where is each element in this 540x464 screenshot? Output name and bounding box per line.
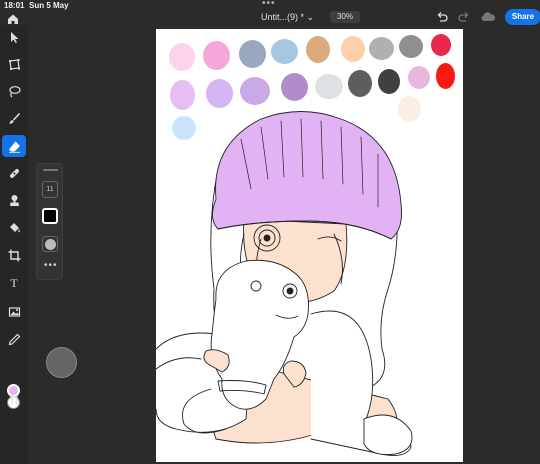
brush-tool[interactable] bbox=[2, 107, 26, 129]
transform-tool[interactable] bbox=[2, 53, 26, 75]
share-button[interactable]: Share bbox=[505, 9, 540, 25]
home-button[interactable] bbox=[6, 12, 20, 26]
select-tool[interactable] bbox=[2, 26, 26, 48]
type-tool[interactable]: T bbox=[2, 272, 26, 294]
character-drawing bbox=[156, 111, 413, 456]
fill-tool[interactable] bbox=[2, 216, 26, 238]
document-title[interactable]: Untit...(9) * ⌄ bbox=[261, 12, 314, 23]
brush-softness-control[interactable] bbox=[42, 236, 58, 252]
tool-bar: T bbox=[0, 25, 28, 464]
brush-color-black[interactable] bbox=[42, 208, 58, 224]
undo-button[interactable] bbox=[435, 10, 449, 24]
softness-dot-icon bbox=[45, 239, 56, 250]
lasso-tool[interactable] bbox=[2, 80, 26, 102]
eyedropper-icon bbox=[8, 333, 20, 345]
brush-size-control[interactable]: 11 bbox=[42, 181, 58, 198]
paint-bucket-icon bbox=[9, 222, 20, 232]
lasso-icon bbox=[8, 85, 21, 97]
panel-drag-handle[interactable] bbox=[43, 169, 58, 171]
chevron-down-icon: ⌄ bbox=[306, 12, 315, 22]
bandage-icon bbox=[9, 168, 19, 178]
redo-button[interactable] bbox=[457, 10, 471, 24]
home-icon bbox=[8, 14, 18, 24]
swap-colors-tool[interactable] bbox=[2, 388, 26, 410]
brush-icon bbox=[9, 112, 20, 124]
beanie-hat bbox=[212, 111, 402, 240]
more-options-icon[interactable]: ••• bbox=[44, 260, 58, 271]
crop-icon bbox=[8, 249, 20, 261]
arrow-icon bbox=[10, 31, 18, 43]
eyedropper-tool[interactable] bbox=[2, 328, 26, 350]
eraser-tool[interactable] bbox=[2, 135, 26, 157]
image-tool[interactable] bbox=[2, 300, 26, 322]
clone-tool[interactable] bbox=[2, 189, 26, 211]
zoom-level[interactable]: 30% bbox=[330, 11, 360, 23]
undo-icon bbox=[437, 12, 448, 22]
redo-icon bbox=[458, 12, 469, 22]
swap-icon bbox=[9, 393, 19, 405]
touch-modifier-button[interactable] bbox=[46, 347, 77, 378]
type-icon: T bbox=[10, 275, 18, 290]
crop-tool[interactable] bbox=[2, 244, 26, 266]
image-icon bbox=[8, 306, 20, 317]
transform-icon bbox=[8, 58, 20, 70]
eraser-icon bbox=[8, 141, 20, 153]
stamp-icon bbox=[9, 194, 19, 206]
cloud-sync-button[interactable] bbox=[479, 10, 497, 24]
healing-tool[interactable] bbox=[2, 162, 26, 184]
canvas[interactable] bbox=[156, 29, 463, 462]
cloud-icon bbox=[481, 12, 496, 21]
top-bar: Untit...(9) * ⌄ 30% Share bbox=[0, 8, 540, 28]
multitasking-dots[interactable]: ••• bbox=[262, 0, 276, 9]
brush-options-panel: 11 ••• bbox=[36, 163, 63, 280]
document-title-text: Untit...(9) * bbox=[261, 12, 305, 22]
